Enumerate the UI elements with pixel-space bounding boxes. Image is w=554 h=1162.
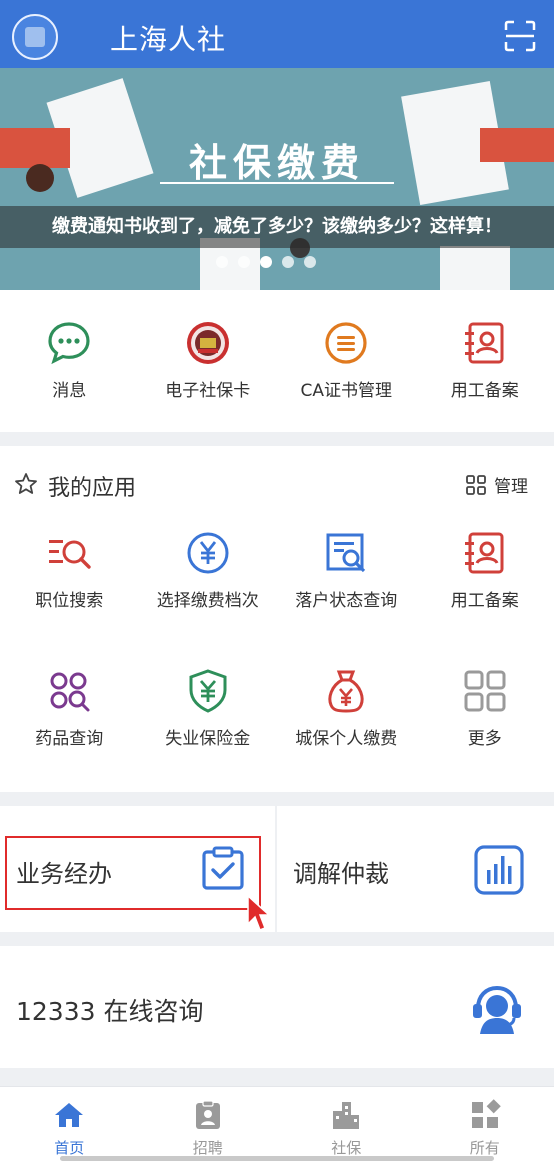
star-icon [15,473,37,494]
app-label: 药品查询 [35,729,104,749]
carousel-dot[interactable] [282,256,294,268]
cursor-arrow-icon [247,894,270,931]
my-apps-title: 我的应用 [48,476,137,501]
app-header: 上海人社 [0,0,554,68]
manage-label: 管理 [494,477,528,497]
tab-all[interactable]: 所有 [416,1087,554,1162]
bottom-tab-bar: 首页 招聘 社保 所有 [0,1086,554,1162]
quick-link-label: CA证书管理 [300,381,393,401]
app-title: 上海人社 [110,23,227,56]
online-consult-label: 12333 在线咨询 [16,997,204,1026]
carousel-dot[interactable] [216,256,228,268]
banner-divider [160,182,394,184]
avatar[interactable] [12,14,58,60]
tab-recruit[interactable]: 招聘 [139,1087,278,1162]
tab-label: 招聘 [192,1139,223,1157]
all-apps-icon [471,1099,501,1128]
mediation-arbitration-label: 调解仲裁 [293,860,389,888]
banner-subtitle: 缴费通知书收到了，减免了多少？该缴纳多少？这样算！ [0,206,554,248]
app-residency-status[interactable]: 落户状态查询 [277,530,416,611]
carousel-dots [216,256,316,268]
unemployment-insurance-icon [189,669,227,713]
tab-label: 首页 [54,1139,85,1157]
scan-icon[interactable] [504,20,536,52]
bar-chart-icon [474,845,524,895]
manage-button[interactable]: 管理 [466,472,528,497]
quick-link-message[interactable]: 消息 [0,320,139,401]
business-section: 业务经办 调解仲裁 [0,806,554,932]
ca-certificate-icon [325,322,367,364]
my-apps-section: 我的应用 管理 职位搜索 选择缴费档次 落户状态查询 用工备案 药品查询 失业保… [0,446,554,792]
payment-level-icon [187,532,229,574]
app-drug-query[interactable]: 药品查询 [0,668,139,749]
personal-payment-icon [328,670,364,713]
app-employment-record[interactable]: 用工备案 [416,530,554,611]
social-security-card-icon [186,322,229,364]
app-label: 失业保险金 [165,729,251,749]
quick-link-social-security-card[interactable]: 电子社保卡 [139,320,278,401]
app-more[interactable]: 更多 [416,668,554,749]
quick-links: 消息 电子社保卡 CA证书管理 用工备案 [0,290,554,432]
my-apps-header: 我的应用 管理 [0,446,554,518]
promo-banner[interactable]: 社保缴费 缴费通知书收到了，减免了多少？该缴纳多少？这样算！ [0,68,554,290]
employment-record-icon [464,322,504,364]
carousel-dot[interactable] [238,256,250,268]
tab-home[interactable]: 首页 [0,1087,139,1162]
app-label: 选择缴费档次 [156,591,259,611]
more-icon [464,670,506,712]
social-insurance-icon [333,1102,360,1129]
carousel-dot-active[interactable] [260,256,272,268]
app-unemployment-insurance[interactable]: 失业保险金 [139,668,278,749]
tab-label: 社保 [331,1139,362,1157]
employment-record-icon [464,532,504,574]
highlight-box [5,836,261,910]
app-label: 城保个人缴费 [295,729,398,749]
job-search-icon [49,540,91,569]
mediation-arbitration-button[interactable]: 调解仲裁 [277,806,554,932]
app-label: 用工备案 [450,591,519,611]
tab-label: 所有 [469,1139,500,1157]
quick-link-label: 用工备案 [450,381,519,401]
home-icon [55,1103,84,1127]
app-personal-payment[interactable]: 城保个人缴费 [277,668,416,749]
app-job-search[interactable]: 职位搜索 [0,530,139,611]
banner-title: 社保缴费 [188,141,365,185]
app-payment-level[interactable]: 选择缴费档次 [139,530,278,611]
quick-link-ca-certificate[interactable]: CA证书管理 [277,320,416,401]
app-label: 落户状态查询 [295,591,398,611]
customer-service-icon [473,985,521,1034]
residency-status-icon [326,533,366,573]
quick-link-label: 电子社保卡 [165,381,251,401]
drug-query-icon [50,672,90,712]
business-handling-button[interactable]: 业务经办 [0,806,275,932]
home-indicator [60,1156,494,1161]
recruit-icon [195,1100,220,1129]
carousel-dot[interactable] [304,256,316,268]
app-label: 更多 [467,729,502,749]
quick-link-employment-record[interactable]: 用工备案 [416,320,554,401]
app-label: 职位搜索 [35,591,104,611]
tab-social-insurance[interactable]: 社保 [277,1087,416,1162]
message-icon [48,322,90,365]
grid-icon [466,474,486,495]
online-consult-button[interactable]: 12333 在线咨询 [0,946,554,1068]
quick-link-label: 消息 [52,381,87,401]
